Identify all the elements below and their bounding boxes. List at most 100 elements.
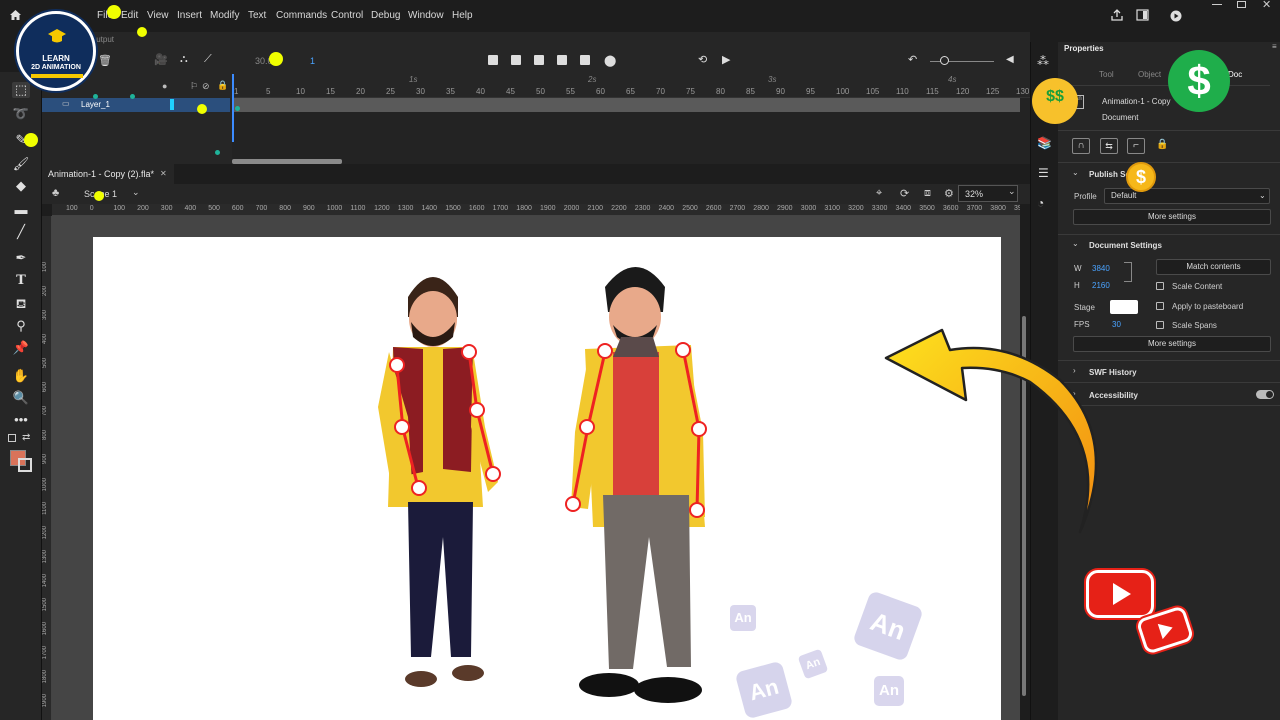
character-2[interactable] xyxy=(565,267,707,703)
snap-icon[interactable]: ∩ xyxy=(1072,138,1090,154)
close-icon[interactable]: ✕ xyxy=(1262,0,1271,11)
share-icon[interactable] xyxy=(1111,9,1123,24)
rotation-icon[interactable]: ⟳ xyxy=(900,187,909,200)
menu-window[interactable]: Window xyxy=(408,10,444,21)
character-1[interactable] xyxy=(378,277,501,687)
width-value[interactable]: 3840 xyxy=(1092,264,1110,273)
lock-icon[interactable]: 🔒 xyxy=(217,80,228,91)
frame-track[interactable] xyxy=(232,98,1020,112)
zoom-value: 32% xyxy=(965,189,984,199)
text-tool-icon[interactable]: T xyxy=(12,273,30,289)
tab-object[interactable]: Object xyxy=(1138,70,1161,79)
library-icon[interactable]: 📚 xyxy=(1037,136,1052,150)
swap-colors-icon[interactable]: ⇄ xyxy=(22,432,30,443)
play-icon[interactable]: ▶ xyxy=(722,53,730,66)
home-icon[interactable] xyxy=(9,9,22,24)
chevron-down-icon[interactable]: ⌄ xyxy=(1072,239,1079,248)
pin-tool-icon[interactable]: 📌 xyxy=(12,340,30,356)
more-settings-button-1[interactable]: More settings xyxy=(1073,209,1271,225)
tab-doc[interactable]: Doc xyxy=(1228,70,1242,79)
menu-modify[interactable]: Modify xyxy=(210,10,239,21)
edit-doc-icon[interactable]: ⇆ xyxy=(1100,138,1118,154)
menu-debug[interactable]: Debug xyxy=(371,10,400,21)
clip-icon[interactable]: ⧈ xyxy=(924,187,931,200)
next-frame-icon[interactable] xyxy=(557,55,567,65)
prev-frame-icon[interactable] xyxy=(511,55,521,65)
rectangle-tool-icon[interactable]: ▬ xyxy=(12,202,30,218)
line-tool-icon[interactable]: ╱ xyxy=(12,224,30,240)
assets-icon[interactable]: ⁂ xyxy=(1037,54,1049,68)
motion-editor-icon[interactable]: ◔ xyxy=(1037,196,1044,210)
zoom-tool-icon[interactable]: 🔍 xyxy=(12,390,30,406)
camera-icon[interactable]: 🎥 xyxy=(154,53,168,66)
eraser-tool-icon[interactable]: ◆ xyxy=(12,178,30,194)
paint-bucket-icon[interactable]: ⛾ xyxy=(12,296,30,312)
first-frame-icon[interactable] xyxy=(488,55,498,65)
frame-icon[interactable]: ⌐ xyxy=(1127,138,1145,154)
loop-icon[interactable]: ⟲ xyxy=(698,53,707,66)
scale-spans-checkbox[interactable] xyxy=(1156,321,1164,329)
layer-color-tag[interactable] xyxy=(170,99,174,110)
document-settings-header[interactable]: Document Settings xyxy=(1089,241,1162,250)
maximize-icon[interactable] xyxy=(1237,1,1246,8)
menu-commands[interactable]: Commands xyxy=(276,10,327,21)
pen-tool-icon[interactable]: ✒ xyxy=(12,250,30,266)
show-hide-icon[interactable]: ● xyxy=(162,81,167,91)
menu-control[interactable]: Control xyxy=(331,10,363,21)
hand-tool-icon[interactable]: ✋ xyxy=(12,368,30,384)
center-stage-icon[interactable]: ⌖ xyxy=(876,187,882,200)
menu-text[interactable]: Text xyxy=(248,10,266,21)
paint-brush-icon[interactable]: 🖌 xyxy=(12,156,30,172)
ruler-mark: 900 xyxy=(303,205,315,212)
chevron-down-icon[interactable]: ⌄ xyxy=(1072,168,1079,177)
apply-pasteboard-checkbox[interactable] xyxy=(1156,302,1164,310)
menu-help[interactable]: Help xyxy=(452,10,473,21)
stop-icon[interactable] xyxy=(534,55,544,65)
panel-collapse-icon[interactable]: ≡ xyxy=(1272,42,1277,51)
test-movie-icon[interactable] xyxy=(1170,10,1182,25)
close-tab-icon[interactable]: ✕ xyxy=(160,169,167,178)
last-frame-icon[interactable] xyxy=(580,55,590,65)
playhead[interactable] xyxy=(232,74,234,142)
stage-options-icon[interactable]: ⚙ xyxy=(944,187,954,200)
workspace-icon[interactable] xyxy=(1136,9,1149,24)
more-tools-icon[interactable]: ••• xyxy=(12,412,30,428)
menu-edit[interactable]: Edit xyxy=(121,10,138,21)
lasso-tool-icon[interactable]: ➰ xyxy=(12,106,30,122)
menu-insert[interactable]: Insert xyxy=(177,10,202,21)
tab-tool[interactable]: Tool xyxy=(1099,70,1114,79)
minimize-icon[interactable] xyxy=(1212,4,1222,5)
scale-content-label: Scale Content xyxy=(1172,282,1223,291)
height-value[interactable]: 2160 xyxy=(1092,281,1110,290)
stage-color-swatch[interactable] xyxy=(1110,300,1138,314)
link-dimensions-icon[interactable] xyxy=(1124,262,1132,282)
onion-skin-icon[interactable]: ⬤ xyxy=(604,54,616,67)
scale-content-checkbox[interactable] xyxy=(1156,282,1164,290)
outline-icon[interactable]: ⚐ xyxy=(190,81,198,92)
eyedropper-tool-icon[interactable]: ⚲ xyxy=(12,318,30,334)
current-frame[interactable]: 1 xyxy=(310,56,315,66)
scene-dropdown-icon[interactable]: ⌄ xyxy=(132,187,140,198)
ruler-mark: 200 xyxy=(137,205,149,212)
graph-icon[interactable]: ⟋ xyxy=(204,53,212,66)
highlight-dot xyxy=(137,27,147,37)
canvas-pasteboard[interactable]: An An An An An xyxy=(52,216,1020,720)
visibility-icon[interactable]: ⊘ xyxy=(202,81,210,92)
match-contents-button[interactable]: Match contents xyxy=(1156,259,1271,275)
timeline-zoom-handle[interactable] xyxy=(940,56,949,65)
document-tab[interactable]: Animation-1 - Copy (2).fla* ✕ xyxy=(42,164,174,184)
selection-tool-icon[interactable]: ⬚ xyxy=(12,82,30,98)
profile-select[interactable]: Default ⌄ xyxy=(1104,188,1270,204)
stroke-color-swatch[interactable] xyxy=(8,434,16,442)
layer-parenting-icon[interactable]: ⛬ xyxy=(180,53,188,66)
lock-doc-icon[interactable]: 🔒 xyxy=(1156,139,1168,150)
stroke-swatch-outline[interactable] xyxy=(18,458,32,472)
undo-timeline-icon[interactable]: ↶ xyxy=(908,53,917,66)
collapse-timeline-icon[interactable]: ◀ xyxy=(1006,54,1014,65)
zoom-select[interactable]: 32% ⌄ xyxy=(958,185,1018,202)
accessibility-toggle[interactable] xyxy=(1256,390,1274,399)
menu-view[interactable]: View xyxy=(147,10,169,21)
delete-layer-icon[interactable]: 🗑 xyxy=(98,54,112,67)
align-icon[interactable]: ☰ xyxy=(1038,166,1049,180)
layer-name[interactable]: Layer_1 xyxy=(81,100,110,109)
